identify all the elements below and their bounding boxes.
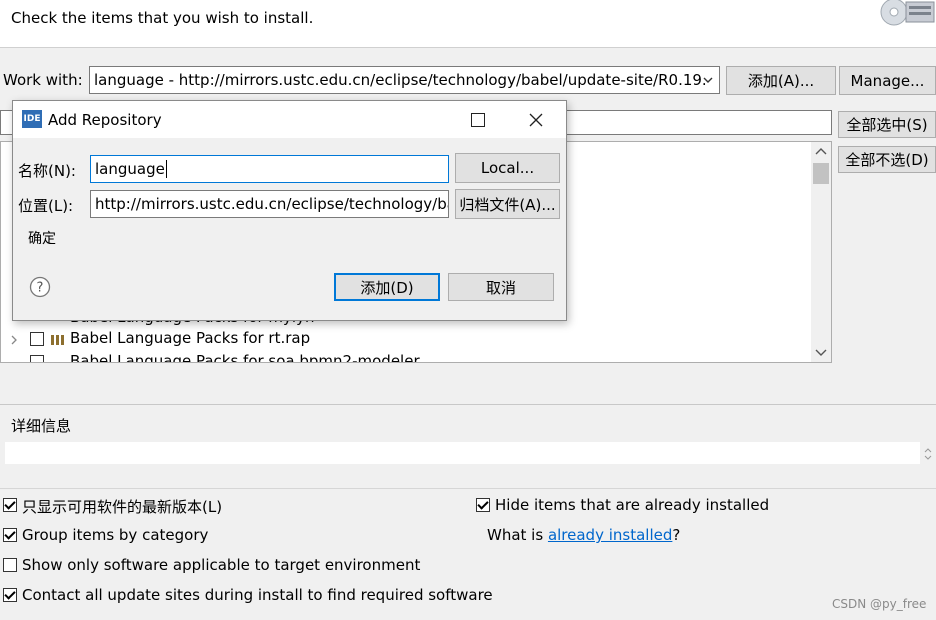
list-item: Babel Language Packs for soa.bpmn2-model… [70,352,420,362]
hide-installed-label: Hide items that are already installed [495,496,770,514]
add-site-button[interactable]: 添加(A)... [726,66,836,95]
add-repository-button[interactable]: 添加(D) [334,273,440,301]
instruction-text: Check the items that you wish to install… [11,9,314,27]
details-area [5,442,920,464]
tree-scrollbar[interactable] [811,142,831,362]
details-separator [0,404,936,405]
what-is-installed-text: What is already installed? [487,526,680,544]
hide-installed-checkbox[interactable] [476,498,490,512]
list-item: Babel Language Packs for rt.rap [70,329,311,347]
latest-only-label: 只显示可用软件的最新版本(L) [22,498,223,516]
add-repository-dialog: IDE Add Repository 名称(N): language Local… [12,100,567,321]
group-by-category-label: Group items by category [22,526,209,544]
maximize-icon[interactable] [471,113,485,127]
location-label: 位置(L): [18,197,74,215]
already-installed-link[interactable]: already installed [548,526,672,544]
details-scroll-icon[interactable] [922,446,934,462]
location-value: http://mirrors.ustc.edu.cn/eclipse/techn… [95,195,448,213]
svg-text:?: ? [37,281,44,296]
work-with-label: Work with: [3,71,83,89]
local-button[interactable]: Local... [455,153,560,183]
tree-row-3: Babel Language Packs for soa.bpmn2-model… [0,352,810,362]
scroll-thumb[interactable] [813,163,829,184]
chevron-down-icon[interactable] [702,72,714,90]
item-checkbox[interactable] [30,332,44,346]
contact-all-sites-checkbox[interactable] [3,588,17,602]
package-icon [51,335,64,345]
details-title: 详细信息 [11,417,72,435]
item-checkbox[interactable] [30,355,44,362]
cancel-button[interactable]: 取消 [448,273,554,301]
chevron-right-icon[interactable] [9,335,19,345]
options-separator [0,488,936,489]
archive-button[interactable]: 归档文件(A)... [455,189,560,219]
scroll-down-icon[interactable] [811,342,831,362]
dialog-titlebar: IDE Add Repository [13,101,566,138]
what-is-suffix: ? [672,526,681,544]
select-all-button[interactable]: 全部选中(S) [838,111,936,138]
watermark: CSDN @py_free [832,597,927,611]
manage-button[interactable]: Manage... [839,66,936,95]
name-value: language [95,160,165,178]
target-env-checkbox[interactable] [3,558,17,572]
help-icon[interactable]: ? [29,276,51,298]
what-is-prefix: What is [487,526,548,544]
deselect-all-button[interactable]: 全部不选(D) [838,146,936,173]
target-env-label: Show only software applicable to target … [22,556,421,574]
group-by-category-checkbox[interactable] [3,528,17,542]
work-with-combo[interactable]: language - http://mirrors.ustc.edu.cn/ec… [89,66,720,94]
latest-only-checkbox[interactable] [3,498,17,512]
work-with-value: language - http://mirrors.ustc.edu.cn/ec… [94,71,707,89]
location-field[interactable]: http://mirrors.ustc.edu.cn/eclipse/techn… [90,190,449,218]
name-field[interactable]: language [90,155,449,183]
scroll-up-icon[interactable] [811,142,831,162]
contact-all-sites-label: Contact all update sites during install … [22,586,493,604]
tree-row-2: Babel Language Packs for rt.rap [0,329,810,351]
name-label: 名称(N): [18,162,76,180]
install-banner-icon [876,0,936,30]
close-icon[interactable] [529,113,543,127]
confirm-text: 确定 [28,231,56,247]
text-caret [165,160,167,178]
ide-icon: IDE [22,110,42,128]
dialog-title: Add Repository [48,111,162,129]
